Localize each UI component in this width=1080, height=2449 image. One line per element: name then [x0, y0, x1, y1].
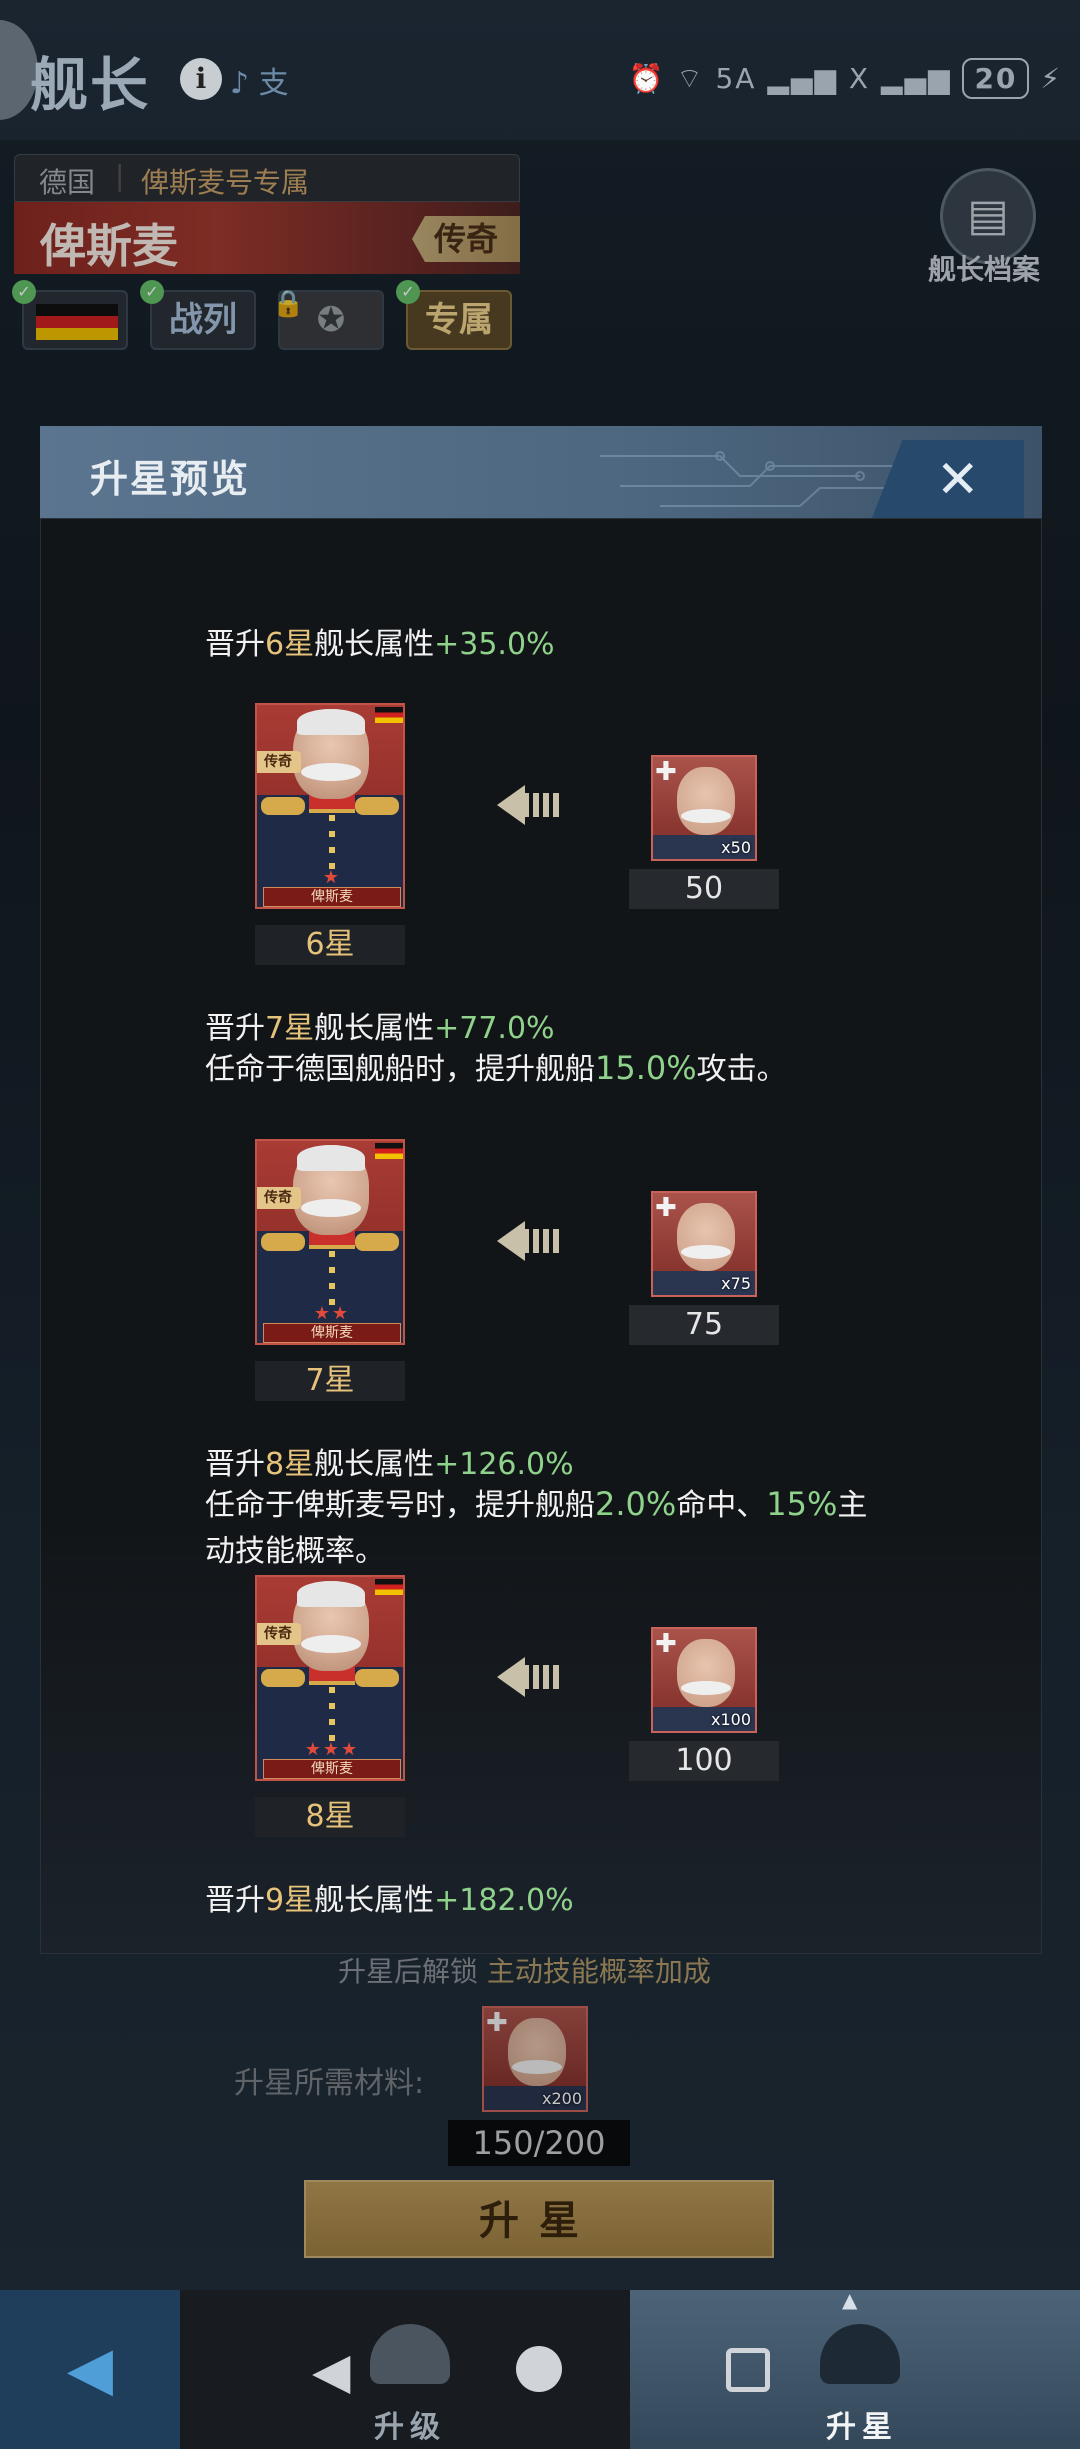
star-label: 8星 [255, 1797, 405, 1837]
arrow-left-icon [497, 1221, 567, 1261]
page-title: 舰长 [30, 51, 151, 119]
level-title: 晋升9星舰长属性+182.0% [205, 1883, 574, 1918]
captain-card: 传奇 ★★ 俾斯麦 [255, 1139, 405, 1345]
back-arrow-icon: ◀ [66, 2334, 114, 2404]
captain-hat-icon [370, 2324, 450, 2384]
star-label: 7星 [255, 1361, 405, 1401]
puzzle-icon: ✚ [655, 1193, 677, 1223]
signal-icons: ⏰ ⌔ 5A ▂▄▆ X ▂▄▆ [628, 62, 952, 95]
level-desc: 任命于德国舰船时，提升舰船15.0%攻击。 [205, 1049, 787, 1087]
modal-body[interactable]: 晋升6星舰长属性+35.0% 传奇 ★ 俾斯麦 6星 ✚ x50 50 晋升7星… [40, 518, 1042, 1954]
germany-flag-icon [375, 707, 403, 723]
system-home-icon[interactable] [516, 2346, 562, 2392]
card-name: 俾斯麦 [263, 887, 401, 907]
level-title: 晋升8星舰长属性+126.0% [205, 1447, 574, 1482]
card-rarity: 传奇 [257, 1187, 301, 1209]
app-header: 舰长 i ♪ 支 ⏰ ⌔ 5A ▂▄▆ X ▂▄▆ 20 ⚡ [0, 0, 1080, 140]
system-recents-icon[interactable] [726, 2348, 770, 2392]
shard-icon[interactable]: ✚ x50 [651, 755, 757, 861]
star-label: 6星 [255, 925, 405, 965]
charging-icon: ⚡ [1040, 62, 1062, 95]
level-title: 晋升6星舰长属性+35.0% [205, 627, 555, 662]
back-button[interactable]: ◀ [0, 2290, 180, 2449]
level-desc: 任命于俾斯麦号时，提升舰船2.0%命中、15%主动技能概率。 [205, 1485, 868, 1569]
card-rarity: 传奇 [257, 1623, 301, 1645]
shard-cost: 50 [629, 869, 779, 909]
nav-tab-star[interactable]: ▲ 升星 [630, 2288, 1080, 2449]
puzzle-icon: ✚ [655, 1629, 677, 1659]
arrow-left-icon [497, 785, 567, 825]
shard-cost: 100 [629, 1741, 779, 1781]
card-name: 俾斯麦 [263, 1759, 401, 1779]
shard-count: x75 [721, 1274, 751, 1293]
caret-up-icon: ▲ [842, 2288, 858, 2312]
arrow-left-icon [497, 1657, 567, 1697]
level-title: 晋升7星舰长属性+77.0% [205, 1011, 555, 1046]
shard-icon[interactable]: ✚ x100 [651, 1627, 757, 1733]
shard-count: x50 [721, 838, 751, 857]
germany-flag-icon [375, 1143, 403, 1159]
nav-star-label: 升星 [826, 2410, 898, 2445]
card-stars: ★ [322, 867, 342, 888]
captain-star-hat-icon [820, 2324, 900, 2384]
nav-tab-upgrade[interactable]: 升级 [180, 2290, 630, 2449]
puzzle-icon: ✚ [655, 757, 677, 787]
card-stars: ★★ [313, 1303, 351, 1324]
system-back-icon[interactable]: ◀ [312, 2342, 350, 2400]
card-rarity: 传奇 [257, 751, 301, 773]
battery-icon: 20 [962, 58, 1030, 99]
captain-card: 传奇 ★★★ 俾斯麦 [255, 1575, 405, 1781]
status-bar-right: ⏰ ⌔ 5A ▂▄▆ X ▂▄▆ 20 ⚡ [629, 58, 1063, 99]
shard-icon[interactable]: ✚ x75 [651, 1191, 757, 1297]
shard-cost: 75 [629, 1305, 779, 1345]
germany-flag-icon [375, 1579, 403, 1595]
card-name: 俾斯麦 [263, 1323, 401, 1343]
status-left-icons: ♪ 支 [230, 66, 289, 101]
close-icon[interactable]: ✕ [936, 450, 980, 510]
nav-upgrade-label: 升级 [374, 2410, 446, 2445]
card-stars: ★★★ [304, 1739, 360, 1760]
info-icon[interactable]: i [180, 58, 222, 100]
captain-card: 传奇 ★ 俾斯麦 [255, 703, 405, 909]
modal-title: 升星预览 [90, 457, 251, 501]
shard-count: x100 [710, 1710, 751, 1729]
